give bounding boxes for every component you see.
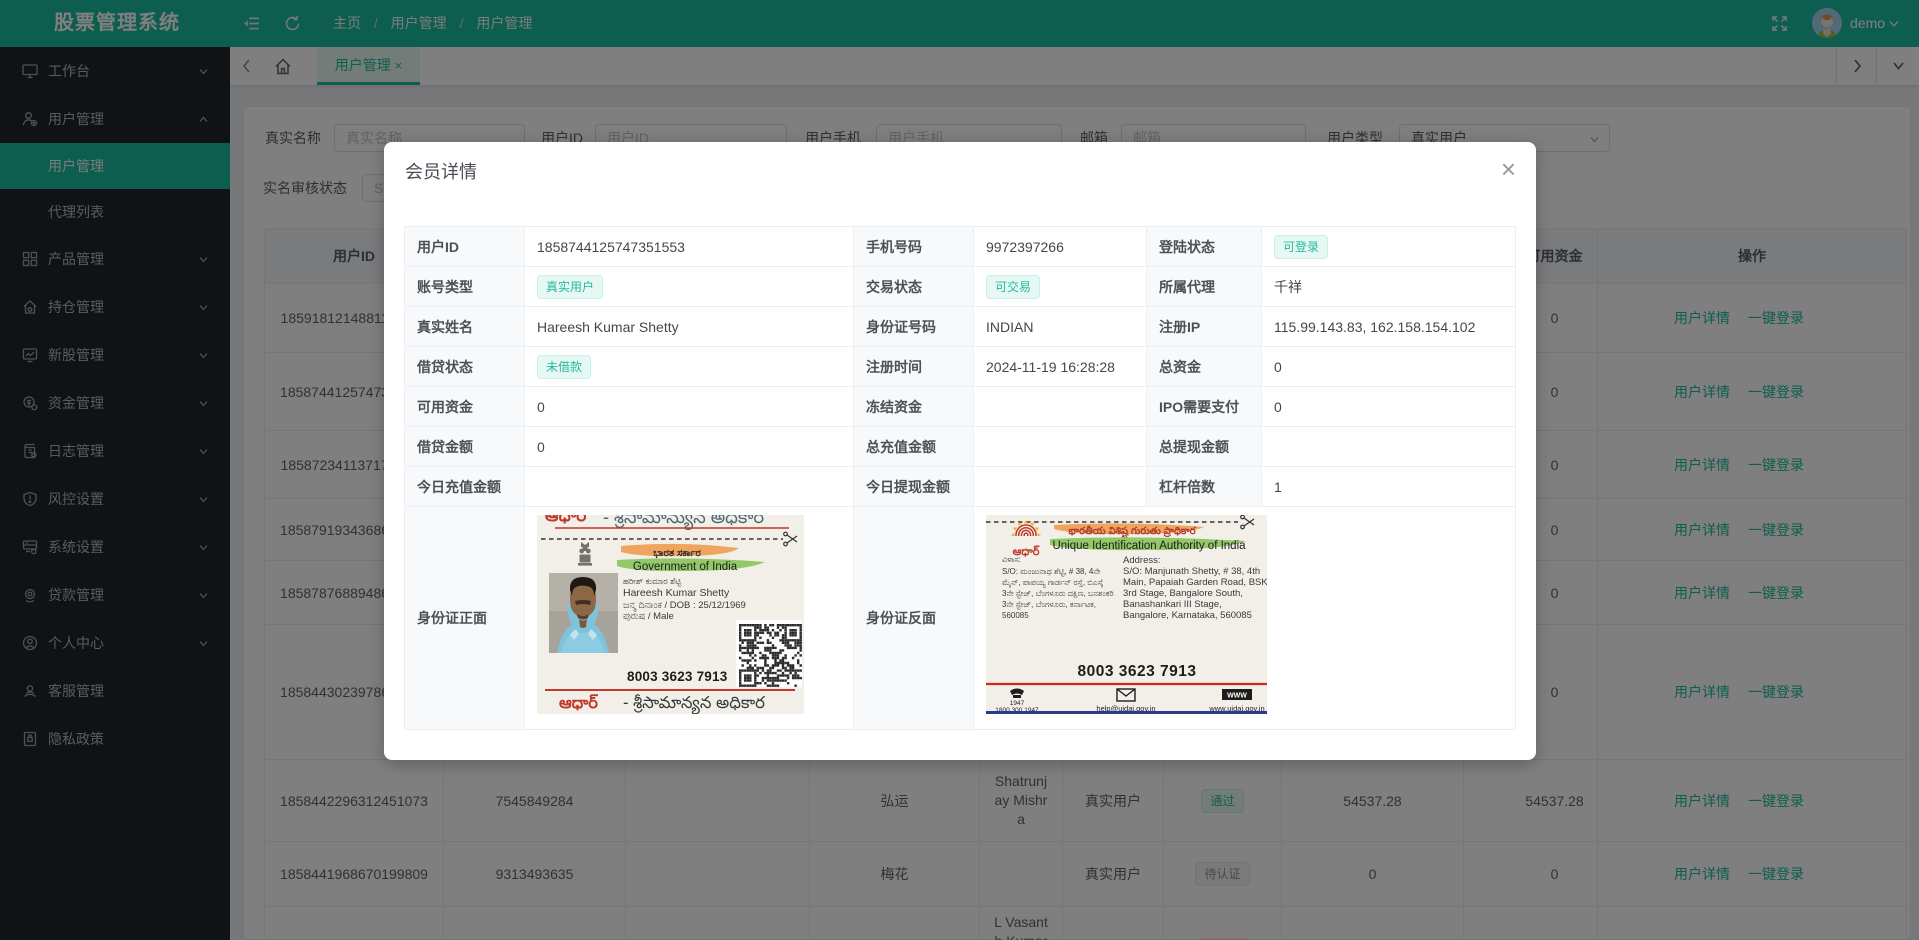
svg-text:S/O: ಮಂಜುನಾಥ ಶೆಟ್ಟಿ, # 38, 4ನೇ: S/O: ಮಂಜುನಾಥ ಶೆಟ್ಟಿ, # 38, 4ನೇ — [1002, 567, 1101, 576]
svg-text:ವಿಳಾಸ:: ವಿಳಾಸ: — [1002, 555, 1021, 564]
svg-text:8003 3623 7913: 8003 3623 7913 — [1077, 663, 1196, 680]
svg-text:ఆధార్: ఆధార్ — [559, 694, 598, 712]
svg-text:8003 3623 7913: 8003 3623 7913 — [627, 669, 728, 684]
svg-text:Main, Papaiah Garden Road, BSK: Main, Papaiah Garden Road, BSK — [1123, 577, 1267, 588]
svg-text:3ನೇ ಸ್ಟೇಜ್, ಬೆಂಗಳೂರು, ಕರ್ನಾಟಕ,: 3ನೇ ಸ್ಟೇಜ್, ಬೆಂಗಳೂರು, ಕರ್ನಾಟಕ, — [1002, 600, 1096, 609]
svg-text:Unique Identification Authorit: Unique Identification Authority of India — [1052, 540, 1246, 552]
svg-text:ಹರೀಶ್ ಕುಮಾರ ಶೆಟ್ಟಿ: ಹರೀಶ್ ಕುಮಾರ ಶೆಟ್ಟಿ — [623, 576, 682, 587]
svg-text:ಭಾರತ ಸರ್ಕಾರ: ಭಾರತ ಸರ್ಕಾರ — [653, 548, 701, 559]
svg-text:Bangalore, Karnataka, 560085: Bangalore, Karnataka, 560085 — [1123, 610, 1252, 621]
svg-text:Address:: Address: — [1123, 555, 1161, 566]
svg-text:Hareesh Kumar Shetty: Hareesh Kumar Shetty — [623, 587, 730, 599]
svg-text:3ನೇ ಸ್ಟೇಜ್, ಬೆಂಗಳೂರು ದಕ್ಷಿಣ, ಬ: 3ನೇ ಸ್ಟೇಜ್, ಬೆಂಗಳೂರು ದಕ್ಷಿಣ, ಬನಶಂಕರಿ — [1002, 589, 1114, 599]
svg-text:Banashankari III Stage,: Banashankari III Stage, — [1123, 599, 1222, 610]
svg-text:ఆధార్: ఆధార్ — [545, 515, 587, 525]
svg-text:Government of India: Government of India — [633, 561, 738, 573]
svg-text:- శ్రీసామాన్యన అధికార: - శ్రీసామాన్యన అధికార — [623, 694, 765, 714]
svg-text:ಮೈನ್, ಪಾಪಯ್ಯ ಗಾರ್ಡನ್ ರಸ್ತೆ, ಬಿ: ಮೈನ್, ಪಾಪಯ್ಯ ಗಾರ್ಡನ್ ರಸ್ತೆ, ಬಿಎಸ್ಕೆ — [1002, 578, 1103, 588]
svg-text:WWW: WWW — [1227, 693, 1247, 700]
svg-text:1947: 1947 — [1010, 700, 1025, 707]
svg-text:3rd Stage, Bangalore South,: 3rd Stage, Bangalore South, — [1123, 588, 1243, 599]
svg-text:S/O: Manjunath Shetty, # 38, 4: S/O: Manjunath Shetty, # 38, 4th — [1123, 566, 1260, 577]
svg-text:ಪುರುಷ / Male: ಪುರುಷ / Male — [623, 611, 674, 622]
svg-text:ಜನ್ಮ ದಿನಾಂಕ / DOB : 25/12/1969: ಜನ್ಮ ದಿನಾಂಕ / DOB : 25/12/1969 — [623, 600, 746, 611]
svg-text:560085: 560085 — [1002, 611, 1029, 620]
